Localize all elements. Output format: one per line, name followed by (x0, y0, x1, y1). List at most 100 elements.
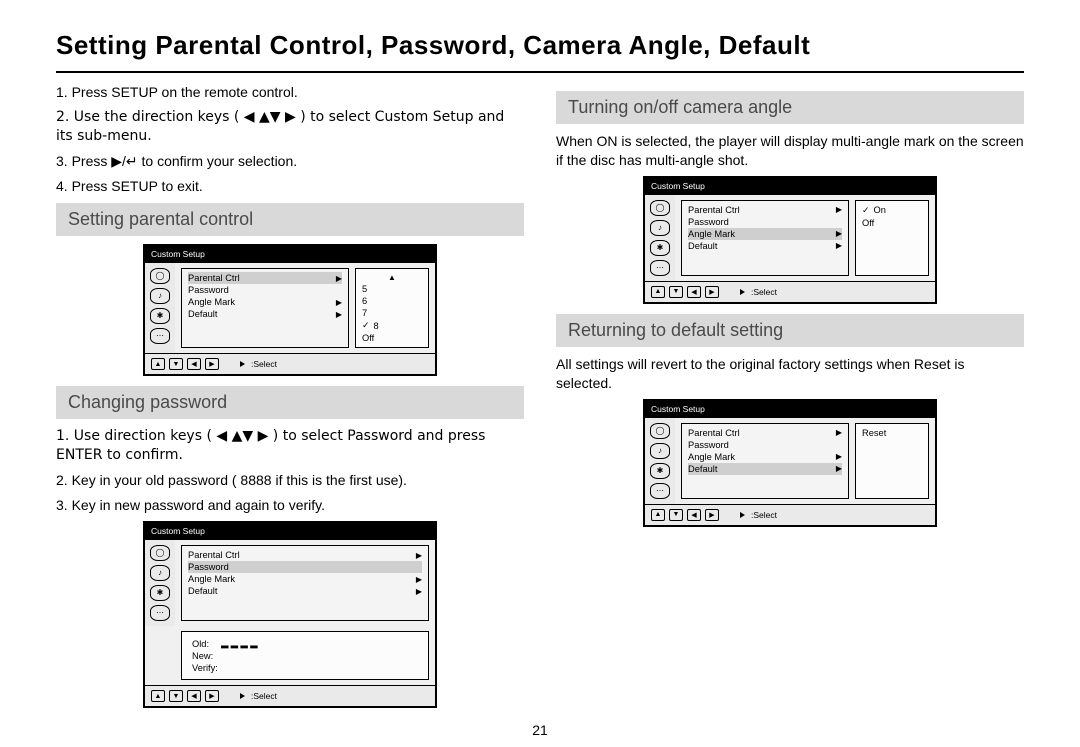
key-left-icon: ◀ (687, 509, 701, 521)
opt-label: Off (362, 333, 374, 343)
play-icon (240, 361, 245, 367)
menu-item-angle: Angle Mark▶ (688, 451, 842, 463)
key-up-icon: ▲ (651, 509, 665, 521)
tab-audio-icon: ♪ (650, 220, 670, 236)
menu-item-default: Default ▶ (188, 585, 422, 597)
dvd-screen-parental: Custom Setup ◯ ♪ ✱ ⋯ Parental Ctrl▶ Pass… (143, 244, 437, 376)
dvd-tab-bar: ◯ ♪ ✱ ⋯ (145, 263, 175, 353)
menu-label: Parental Ctrl (688, 205, 740, 215)
play-icon (740, 289, 745, 295)
opt-label: 6 (362, 296, 367, 306)
opt-label: On (874, 205, 886, 215)
menu-item-password: Password (688, 216, 842, 228)
menu-label: Password (688, 440, 729, 450)
footer-select: :Select (251, 691, 277, 701)
key-left-icon: ◀ (687, 286, 701, 298)
key-down-icon: ▼ (169, 358, 183, 370)
menu-label: Parental Ctrl (188, 550, 240, 560)
arrow-right-icon: ▶ (416, 551, 422, 560)
key-right-icon: ▶ (205, 358, 219, 370)
arrow-right-icon: ▶ (836, 241, 842, 250)
key-up-icon: ▲ (151, 690, 165, 702)
opt-scroll-up: ▲ (362, 272, 422, 283)
dvd-footer: ▲ ▼ ◀ ▶ :Select (145, 685, 435, 706)
key-down-icon: ▼ (669, 286, 683, 298)
tab-custom-icon: ⋯ (650, 483, 670, 499)
menu-item-password: Password (188, 284, 342, 296)
pwd-verify-label: Verify: (192, 663, 218, 673)
menu-label: Angle Mark (188, 297, 235, 307)
key-left-icon: ◀ (187, 358, 201, 370)
arrow-right-icon: ▶ (836, 464, 842, 473)
arrow-right-icon: ▶ (416, 587, 422, 596)
menu-label: Password (188, 562, 229, 572)
opt-reset: Reset (862, 427, 922, 439)
section-default-title: Returning to default setting (556, 314, 1024, 347)
dvd-footer: ▲ ▼ ◀ ▶ :Select (145, 353, 435, 374)
menu-item-parental: Parental Ctrl ▶ (188, 549, 422, 561)
key-down-icon: ▼ (669, 509, 683, 521)
tab-custom-icon: ⋯ (150, 605, 170, 621)
menu-label: Password (688, 217, 729, 227)
menu-item-default: Default▶ (188, 308, 342, 320)
footer-select: :Select (751, 287, 777, 297)
pwd-step-3: 3. Key in new password and again to veri… (56, 496, 524, 515)
menu-item-parental: Parental Ctrl ▶ (688, 204, 842, 216)
left-column: 1. Press SETUP on the remote control. 2.… (56, 83, 524, 718)
dvd-screen-angle: Custom Setup ◯ ♪ ✱ ⋯ Parental Ctrl▶ Pass… (643, 176, 937, 304)
check-icon: ✓ (362, 320, 370, 331)
key-left-icon: ◀ (187, 690, 201, 702)
menu-item-password: Password (188, 561, 422, 573)
menu-item-parental: Parental Ctrl ▶ (688, 427, 842, 439)
intro-step-1: 1. Press SETUP on the remote control. (56, 83, 524, 102)
menu-box: Parental Ctrl▶ Password Angle Mark ▶ Defa… (181, 268, 349, 348)
dvd-title: Custom Setup (645, 178, 935, 194)
pwd-step-1: 1. Use direction keys ( ◀ ▲▼ ▶ ) to sele… (56, 427, 524, 465)
arrow-right-icon: ▶ (836, 229, 842, 238)
title-rule (56, 71, 1024, 73)
opt-off: Off (862, 217, 922, 229)
menu-label: Parental Ctrl (688, 428, 740, 438)
intro-step-2: 2. Use the direction keys ( ◀ ▲▼ ▶ ) to … (56, 108, 524, 146)
pwd-old-label: Old: (192, 639, 209, 649)
menu-label: Default (688, 241, 717, 251)
arrow-right-icon: ▶ (836, 205, 842, 214)
dvd-title: Custom Setup (145, 246, 435, 262)
arrow-right-icon: ▶ (836, 428, 842, 437)
intro-step-4: 4. Press SETUP to exit. (56, 177, 524, 196)
tab-video-icon: ✱ (650, 463, 670, 479)
opt-8: ✓8 (362, 319, 422, 332)
section-parental-title: Setting parental control (56, 203, 524, 236)
dvd-title: Custom Setup (645, 401, 935, 417)
tab-audio-icon: ♪ (150, 288, 170, 304)
footer-select: :Select (751, 510, 777, 520)
menu-label: Password (188, 285, 229, 295)
dvd-screen-password: Custom Setup ◯ ♪ ✱ ⋯ Parental Ctrl▶ Pass… (143, 521, 437, 708)
pwd-step-2: 2. Key in your old password ( 8888 if th… (56, 471, 524, 490)
arrow-right-icon: ▶ (336, 298, 342, 307)
opt-label: Reset (862, 428, 886, 438)
tab-custom-icon: ⋯ (150, 328, 170, 344)
menu-label: Angle Mark (688, 452, 735, 462)
menu-item-default: Default▶ (688, 463, 842, 475)
dvd-tab-bar: ◯ ♪ ✱ ⋯ (145, 540, 175, 626)
menu-label: Angle Mark (688, 229, 735, 239)
footer-select: :Select (251, 359, 277, 369)
pwd-old-value: ▂ ▂ ▂ ▂ (221, 638, 257, 649)
pwd-new-label: New: (192, 651, 213, 661)
tab-general-icon: ◯ (650, 200, 670, 216)
page-number: 21 (56, 722, 1024, 738)
menu-item-parental: Parental Ctrl▶ (188, 272, 342, 284)
pwd-new-row: New: (192, 650, 418, 662)
pwd-old-row: Old: ▂ ▂ ▂ ▂ (192, 637, 418, 650)
section-password-title: Changing password (56, 386, 524, 419)
options-box: Reset (855, 423, 929, 499)
key-down-icon: ▼ (169, 690, 183, 702)
dvd-footer: ▲ ▼ ◀ ▶ :Select (645, 281, 935, 302)
default-desc: All settings will revert to the original… (556, 355, 1024, 393)
tab-general-icon: ◯ (650, 423, 670, 439)
menu-item-password: Password (688, 439, 842, 451)
opt-label: Off (862, 218, 874, 228)
play-icon (240, 693, 245, 699)
menu-label: Default (188, 586, 217, 596)
